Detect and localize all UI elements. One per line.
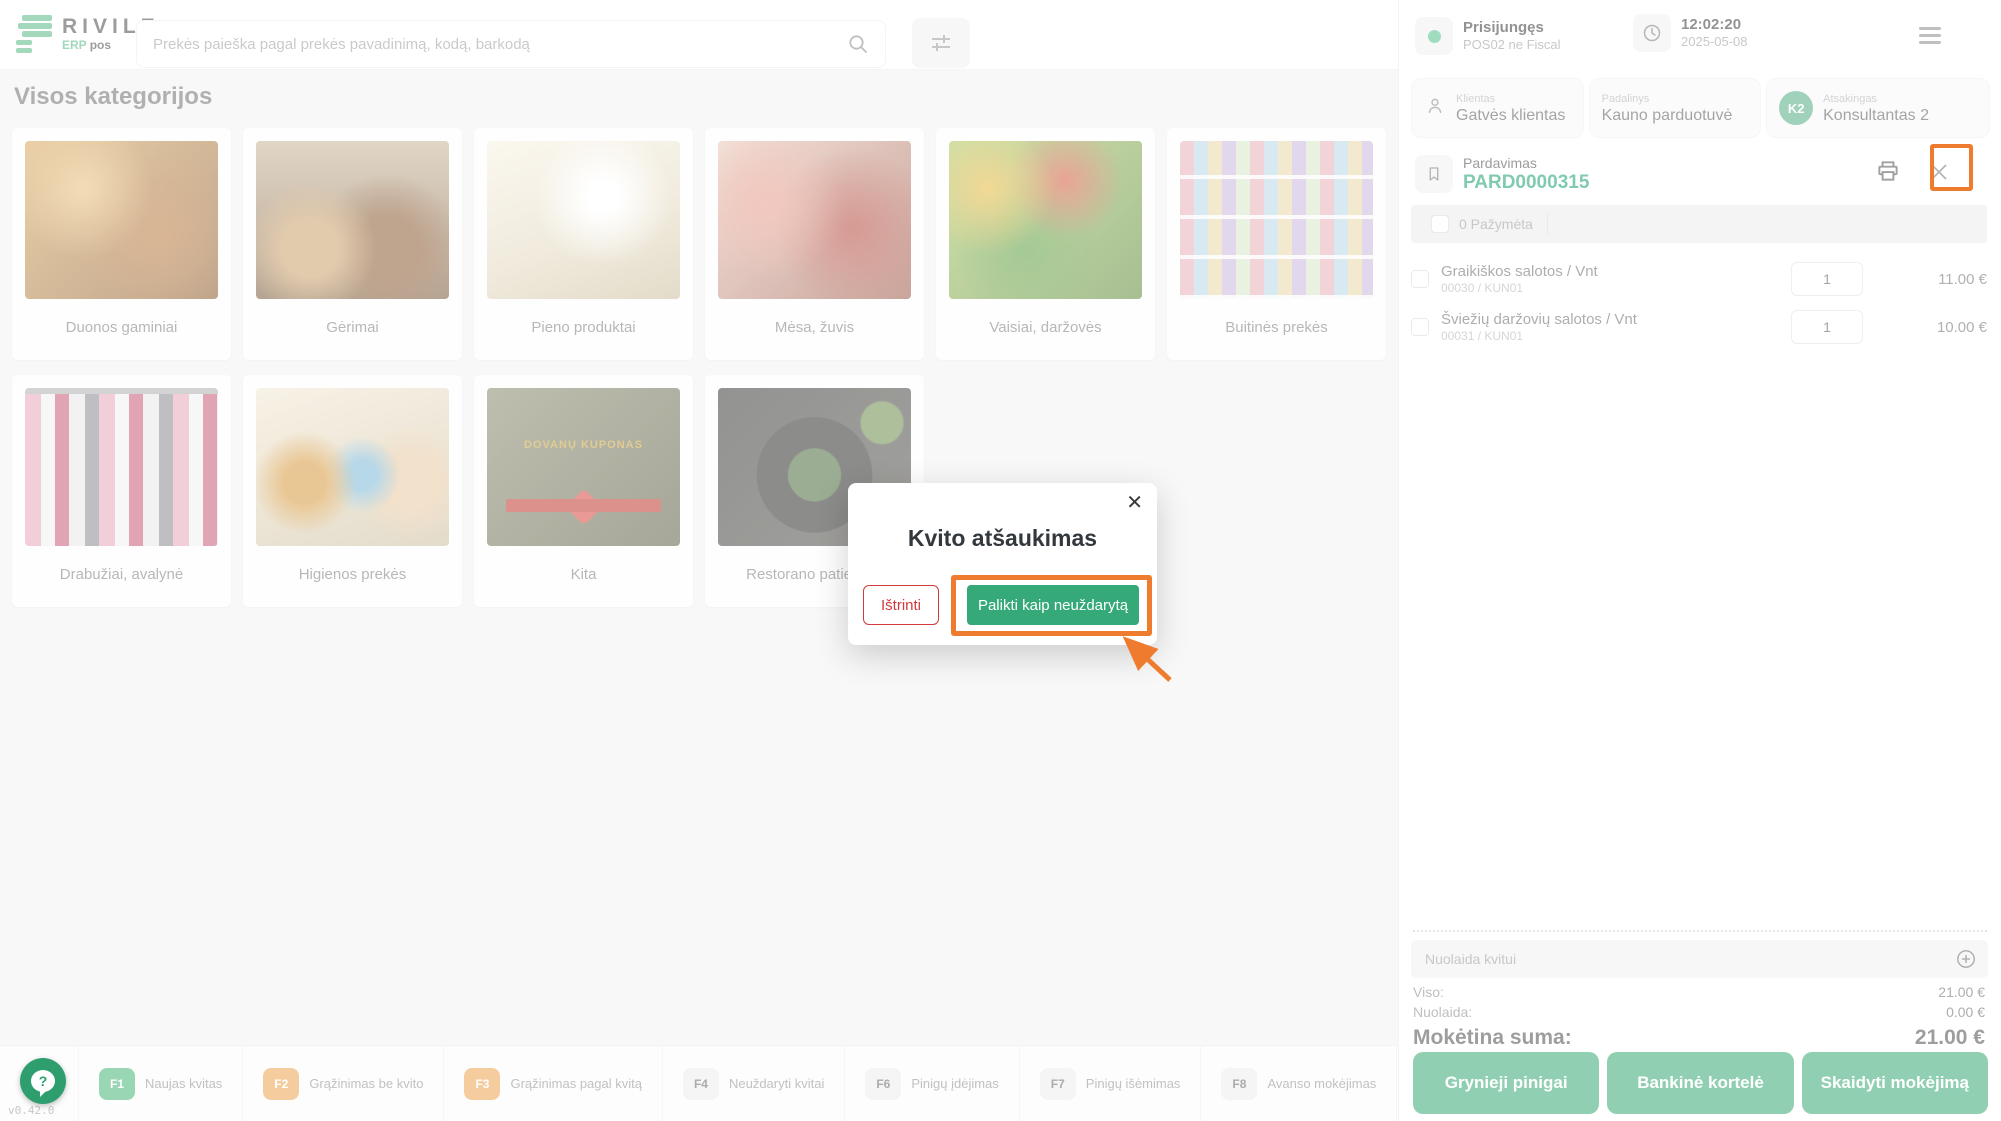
modal-close-icon[interactable]: ✕ [1126,493,1143,513]
annotation-highlight-close-button [1930,144,1973,191]
pos-app: RIVILE ERPpos Visos kategorijos Duonos g… [0,0,2001,1121]
help-button[interactable]: ? [20,1058,66,1104]
help-bubble-icon: ? [31,1070,55,1092]
delete-receipt-button[interactable]: Ištrinti [863,585,939,625]
question-mark: ? [39,1073,48,1089]
annotation-arrow [1108,626,1192,700]
modal-title: Kvito atšaukimas [848,525,1157,552]
